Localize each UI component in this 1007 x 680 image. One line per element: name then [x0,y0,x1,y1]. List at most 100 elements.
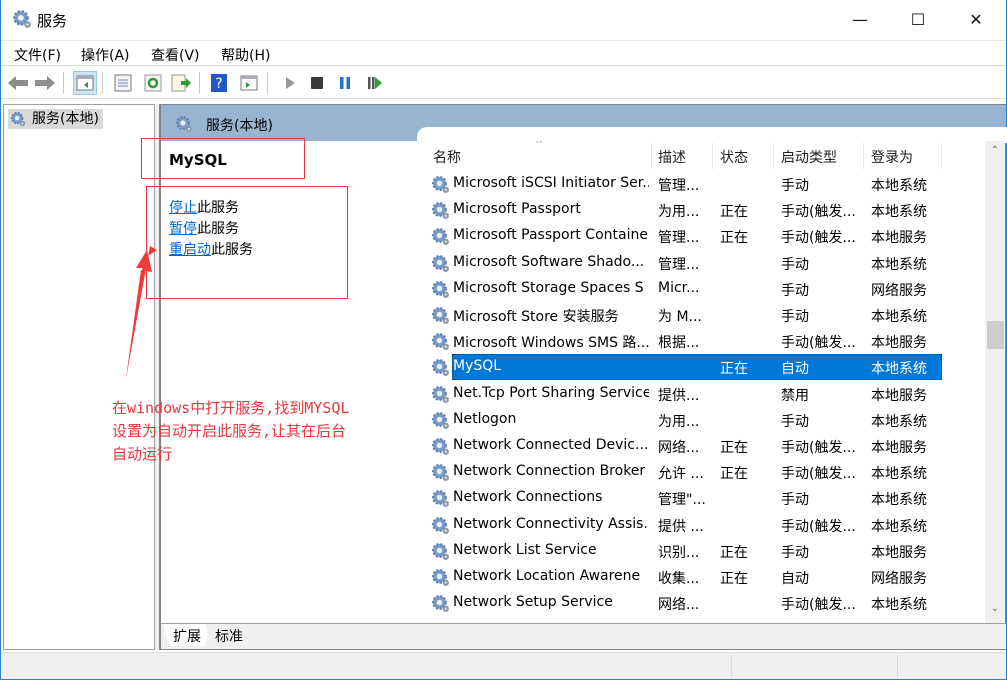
service-row[interactable]: Microsoft Windows SMS 路... 根据... 手动(触发... 本… [415,328,985,354]
service-name: Microsoft Store 安装服务 [453,309,619,325]
scrollbar-thumb[interactable] [987,321,1004,349]
service-status: 正在 [720,361,748,378]
column-header-log-on-as[interactable]: 登录为 [871,147,913,167]
service-row[interactable]: Microsoft Storage Spaces S Micr... 手动 网络服务 [415,276,985,302]
status-bar [1,652,1006,679]
service-row[interactable]: Network Connectivity Assis... 提供 ... 手动(触发… [415,512,985,538]
services-gear-icon [10,111,26,127]
start-service-button[interactable] [278,71,302,95]
service-log-on-as: 本地系统 [871,256,927,273]
service-startup-type: 手动(触发... [781,518,856,535]
export-list-button[interactable] [169,71,193,95]
service-row[interactable]: Network Setup Service 网络... 手动(触发... 本地系统 [415,590,985,616]
service-row[interactable]: Microsoft Passport 为用... 正在 手动(触发... 本地系统 [415,197,985,223]
service-name: Microsoft Windows SMS 路... [453,335,649,352]
service-row[interactable]: Netlogon 为用... 手动 本地系统 [415,407,985,433]
column-header-status[interactable]: 状态 [720,147,748,167]
close-button[interactable]: ✕ [947,0,1005,38]
service-row[interactable]: Microsoft Passport Container 管理... 正在 手动(触发… [415,223,985,249]
pane-header-title: 服务(本地) [206,118,273,134]
service-log-on-as: 本地服务 [871,230,927,247]
menu-help[interactable]: 帮助(H) [221,45,270,65]
services-gear-icon [176,116,193,133]
service-description: 提供... [658,387,700,404]
service-log-on-as: 本地系统 [871,597,927,614]
service-description: 提供 ... [658,518,704,535]
toolbar: ? [1,67,1006,99]
tab-extended[interactable]: 扩展 [163,624,211,646]
column-divider[interactable] [651,143,652,169]
back-icon [8,76,28,90]
column-divider[interactable] [941,143,942,169]
minimize-button[interactable]: — [831,0,889,38]
service-description: 网络... [658,440,700,456]
service-startup-type: 自动 [781,361,809,378]
service-row[interactable]: Microsoft Store 安装服务 为 M... 手动 本地系统 [415,302,985,328]
menu-file[interactable]: 文件(F) [14,45,61,65]
service-row[interactable]: Network Location Awarene 收集... 正在 自动 网络服务 [415,564,985,590]
service-row-selected[interactable]: MySQL 正在 自动 本地系统 [415,354,985,381]
refresh-button[interactable] [141,71,165,95]
tab-standard[interactable]: 标准 [205,624,253,646]
service-name: Microsoft iSCSI Initiator Ser... [453,175,649,191]
service-status: 正在 [720,544,748,561]
tree-item-services-local[interactable]: 服务(本地) [8,109,103,129]
service-row[interactable]: Network Connected Devic... 网络... 正在 手动(触发..… [415,433,985,459]
service-description: Micr... [658,279,700,296]
service-gear-icon [432,359,450,378]
service-name: Microsoft Storage Spaces S [453,279,644,296]
services-list: 名称 ^ 描述 状态 启动类型 登录为 Microsoft iSCSI Init… [415,141,985,623]
service-row[interactable]: Net.Tcp Port Sharing Service 提供... 禁用 本地服务 [415,381,985,407]
resume-service-button[interactable] [363,71,387,95]
vertical-scrollbar[interactable]: ⌃ ⌄ [985,141,1005,623]
column-divider[interactable] [712,143,713,169]
service-description: 根据... [658,335,700,352]
services-gear-icon [13,10,32,29]
maximize-button[interactable]: ☐ [889,0,947,38]
pause-service-button[interactable] [333,71,357,95]
tree-item-label: 服务(本地) [32,111,99,127]
service-log-on-as: 本地服务 [871,440,927,456]
resume-icon [368,77,382,89]
service-gear-icon [432,385,450,404]
back-button[interactable] [6,71,30,95]
minimize-icon: — [852,9,868,29]
service-row[interactable]: Network Connections 管理"... 手动 本地系统 [415,485,985,511]
properties-button[interactable] [111,71,135,95]
help-button[interactable]: ? [207,71,231,95]
service-gear-icon [432,307,450,325]
service-log-on-as: 本地系统 [871,204,927,221]
console-tree-icon [76,75,94,91]
view-tabs: 扩展 标准 [161,623,1006,649]
service-name: Network Connections [453,489,603,506]
forward-button[interactable] [33,71,57,95]
pane-header: 服务(本地) [161,105,1007,143]
refresh-icon [144,74,162,92]
pause-icon [340,77,350,89]
service-row[interactable]: Network Connection Broker 允许 ... 正在 手动(触发..… [415,459,985,485]
service-log-on-as: 本地系统 [871,466,927,483]
show-hide-action-pane-button[interactable] [237,71,261,95]
show-hide-console-tree-button[interactable] [73,71,97,95]
status-divider [731,655,732,678]
service-name: Network List Service [453,541,597,558]
action-pane-icon [240,75,258,91]
services-window: 服务 — ☐ ✕ 文件(F) 操作(A) 查看(V) 帮助(H) ? 服务(本地… [0,0,1007,680]
service-row[interactable]: Microsoft iSCSI Initiator Ser... 管理... 手动 本… [415,171,985,197]
list-header: 名称 ^ 描述 状态 启动类型 登录为 [415,141,985,171]
service-name: Network Connected Devic... [453,437,649,453]
service-row[interactable]: Network List Service 识别... 正在 手动 本地服务 [415,538,985,564]
service-name: Network Connection Broker [453,463,646,480]
column-divider[interactable] [863,143,864,169]
menu-view[interactable]: 查看(V) [151,45,200,65]
column-header-startup-type[interactable]: 启动类型 [781,147,837,167]
scroll-up-icon[interactable]: ⌃ [985,145,1005,163]
service-startup-type: 手动(触发... [781,204,856,221]
column-header-description[interactable]: 描述 [658,147,686,167]
scroll-down-icon[interactable]: ⌄ [985,603,1005,621]
menu-action[interactable]: 操作(A) [81,45,130,65]
stop-service-button[interactable] [305,71,329,95]
column-divider[interactable] [773,143,774,169]
column-header-name[interactable]: 名称 [433,147,461,167]
service-row[interactable]: Microsoft Software Shado... 管理... 手动 本地系统 [415,250,985,276]
